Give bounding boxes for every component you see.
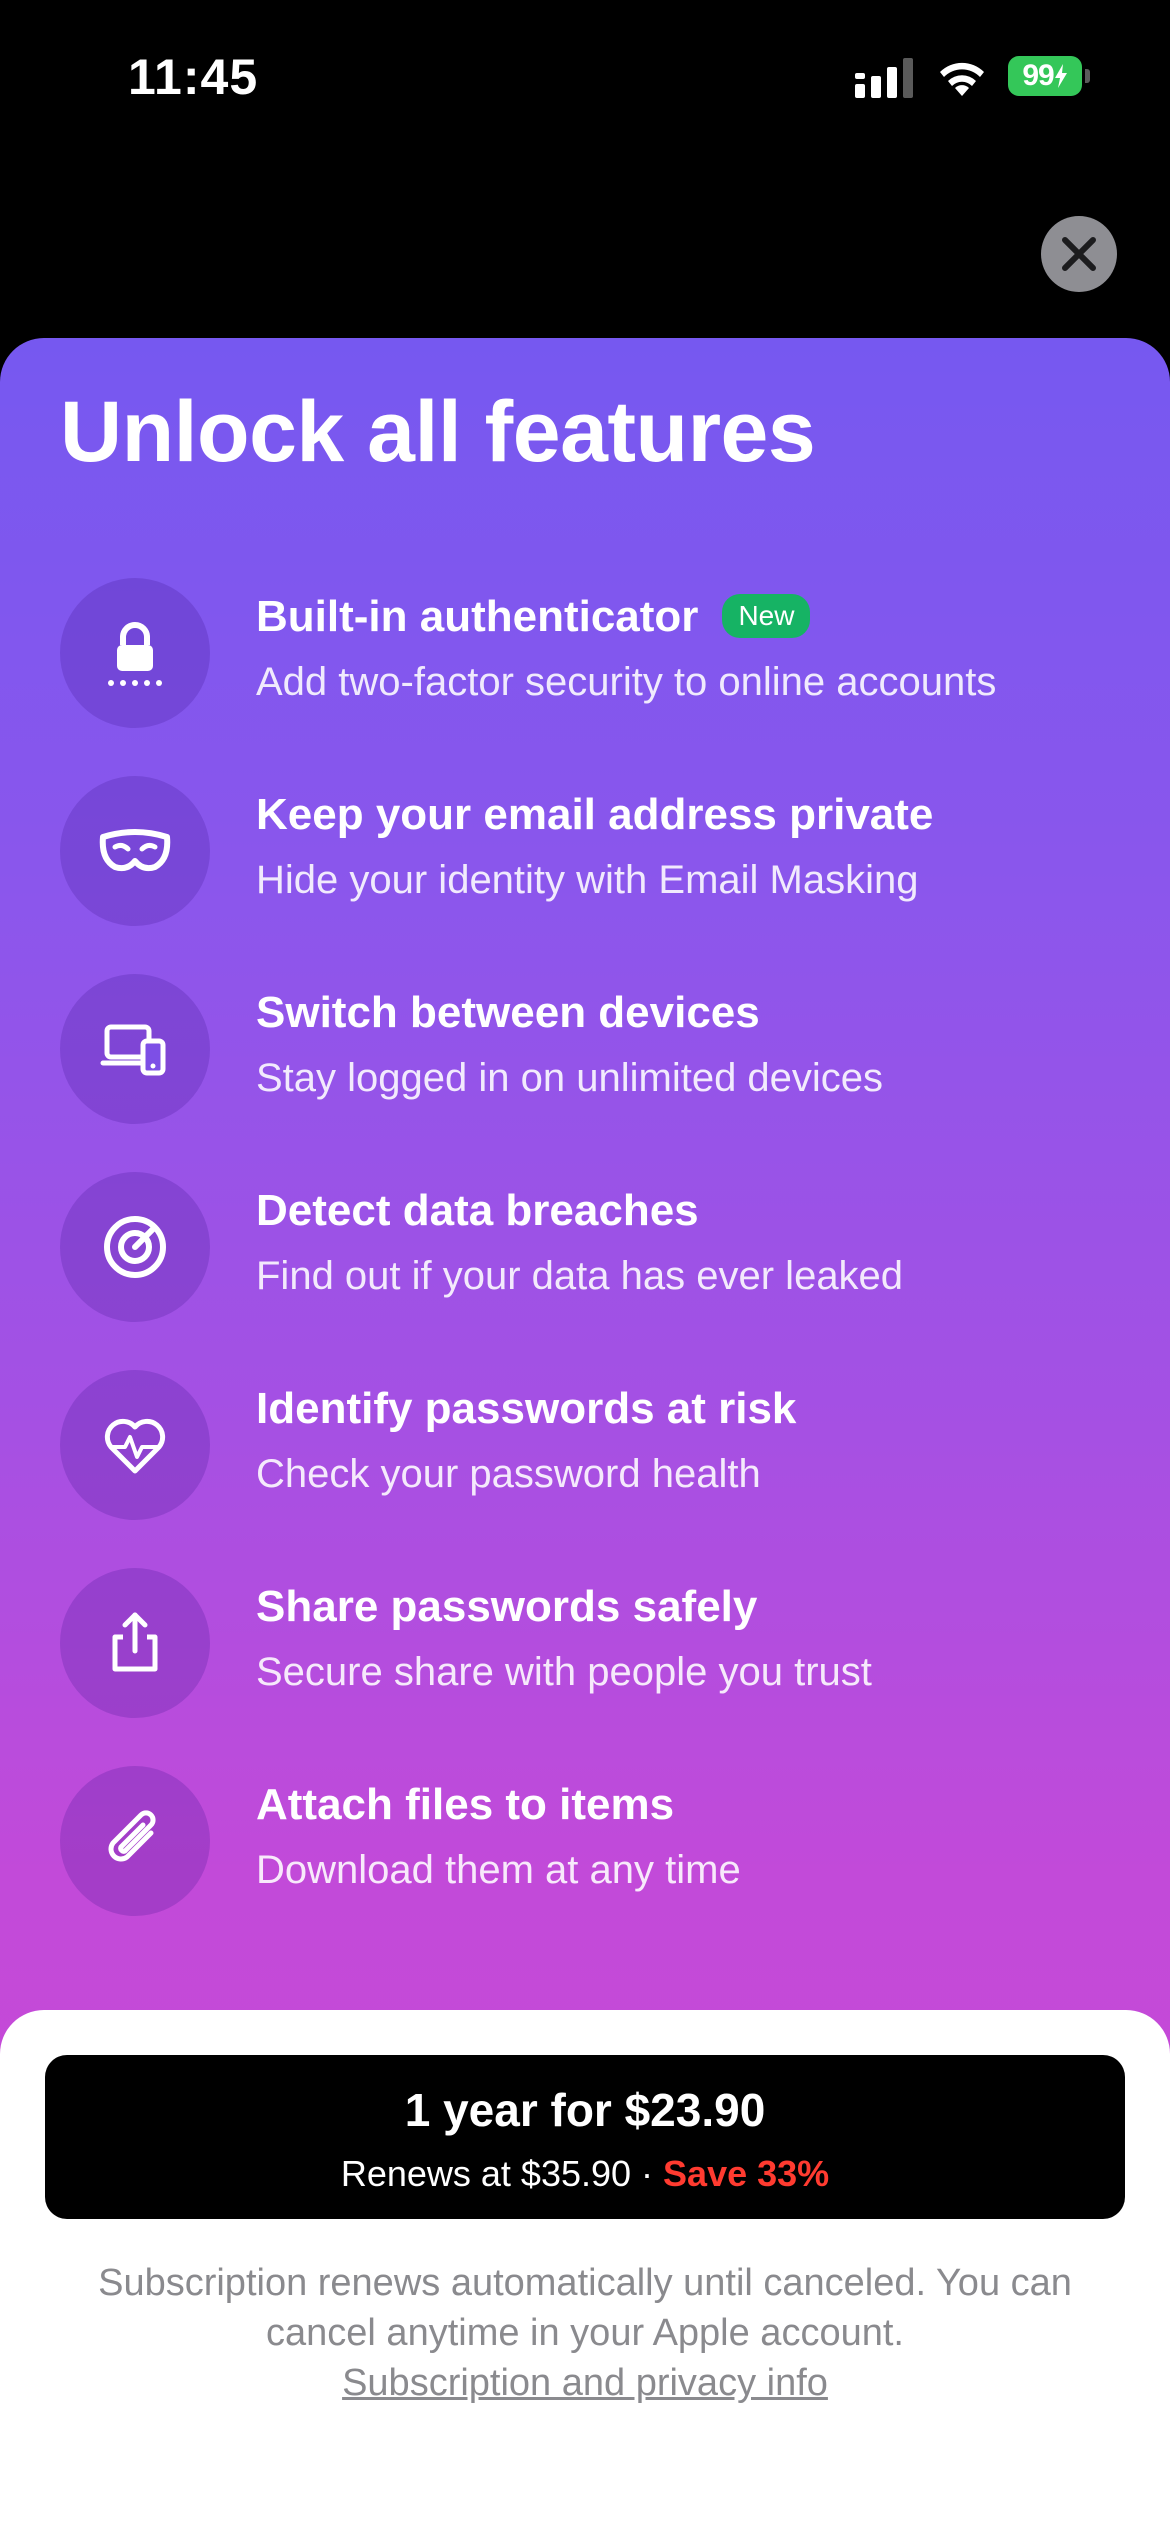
share-icon <box>112 1612 158 1672</box>
feature-description: Check your password health <box>256 1452 761 1496</box>
feature-title-text: Built-in authenticator <box>256 592 699 641</box>
feature-icon-circle <box>60 776 210 926</box>
status-time: 11:45 <box>128 49 259 105</box>
feature-description: Find out if your data has ever leaked <box>256 1254 904 1298</box>
feature-icon-circle <box>60 1766 210 1916</box>
cellular-signal-icon <box>855 58 913 98</box>
feature-authenticator: Built-in authenticator New Add two-factor… <box>0 578 1170 738</box>
heart-pulse-icon <box>104 1418 166 1474</box>
feature-breaches: Detect data breaches Find out if your da… <box>0 1172 1170 1332</box>
close-button[interactable] <box>1041 216 1117 292</box>
page-title: Unlock all features <box>60 384 816 480</box>
privacy-info-link[interactable]: Subscription and privacy info <box>342 2362 828 2404</box>
legal-notice: Subscription renews automatically until … <box>60 2258 1110 2408</box>
target-icon <box>104 1216 166 1278</box>
mask-icon <box>99 829 171 872</box>
feature-title: Detect data breaches <box>256 1186 699 1235</box>
renewal-text: Renews at $35.90 · <box>340 2153 664 2194</box>
paperclip-icon <box>108 1810 156 1862</box>
feature-description: Add two-factor security to online accoun… <box>256 660 997 704</box>
feature-title: Built-in authenticator New <box>256 592 811 642</box>
status-bar: 11:45 99 <box>0 0 1170 150</box>
feature-description: Stay logged in on unlimited devices <box>256 1056 884 1100</box>
new-badge: New <box>722 594 811 638</box>
battery-level: 99 <box>1022 59 1054 92</box>
legal-text: Subscription renews automatically until … <box>98 2262 1072 2354</box>
feature-devices: Switch between devices Stay logged in on… <box>0 974 1170 1134</box>
battery-indicator: 99 <box>1008 56 1090 98</box>
paywall-screen: 11:45 99 Unlock all features Built-in au… <box>0 0 1170 2532</box>
purchase-panel: 1 year for $23.90 Renews at $35.90 · Sav… <box>0 2010 1170 2532</box>
feature-title: Identify passwords at risk <box>256 1384 797 1433</box>
feature-description: Hide your identity with Email Masking <box>256 858 919 902</box>
charging-bolt-icon <box>1054 64 1067 88</box>
purchase-price: 1 year for $23.90 <box>404 2084 766 2136</box>
feature-icon-circle <box>60 974 210 1124</box>
purchase-renewal: Renews at $35.90 · Save 33% <box>45 2153 1125 2195</box>
feature-email-masking: Keep your email address private Hide you… <box>0 776 1170 936</box>
feature-icon-circle <box>60 578 210 728</box>
save-text: Save 33% <box>663 2153 830 2194</box>
battery-body: 99 <box>1008 56 1082 96</box>
feature-sharing: Share passwords safely Secure share with… <box>0 1568 1170 1728</box>
feature-password-health: Identify passwords at risk Check your pa… <box>0 1370 1170 1530</box>
feature-icon-circle <box>60 1370 210 1520</box>
devices-icon <box>100 1024 166 1076</box>
purchase-button[interactable]: 1 year for $23.90 Renews at $35.90 · Sav… <box>45 2055 1125 2219</box>
feature-description: Secure share with people you trust <box>256 1650 872 1694</box>
feature-attachments: Attach files to items Download them at a… <box>0 1766 1170 1926</box>
close-icon <box>1062 237 1096 271</box>
feature-title: Share passwords safely <box>256 1582 758 1631</box>
feature-description: Download them at any time <box>256 1848 741 1892</box>
feature-title: Keep your email address private <box>256 790 934 839</box>
feature-icon-circle <box>60 1172 210 1322</box>
lock-icon <box>108 622 162 686</box>
battery-tip <box>1085 69 1090 83</box>
feature-icon-circle <box>60 1568 210 1718</box>
feature-title: Attach files to items <box>256 1780 675 1829</box>
wifi-icon <box>940 62 984 96</box>
feature-title: Switch between devices <box>256 988 760 1037</box>
